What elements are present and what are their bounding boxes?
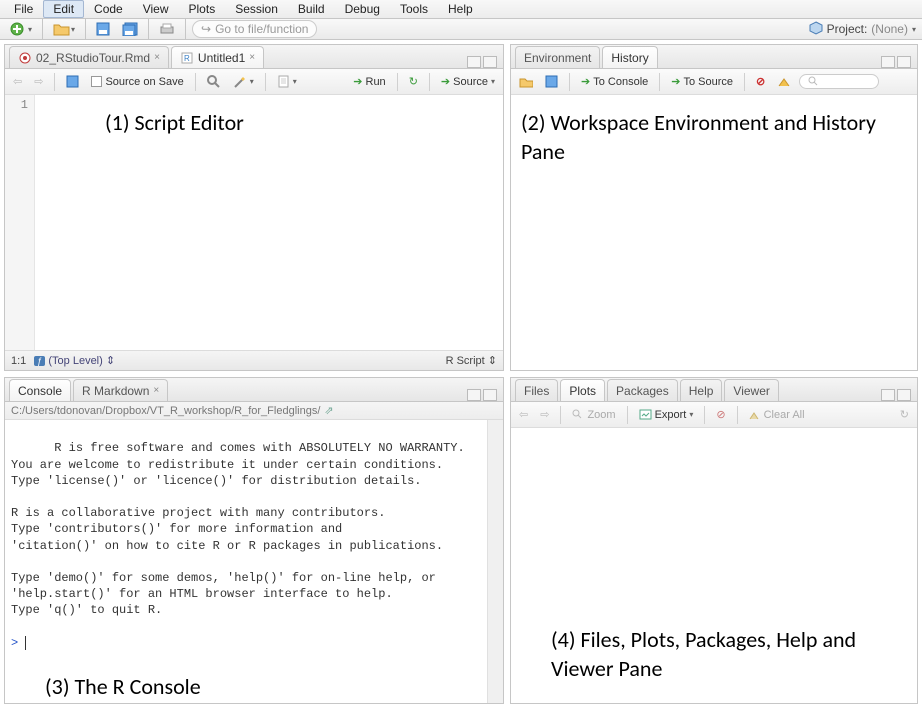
pane-window-buttons[interactable]: [467, 56, 499, 68]
r-file-icon: R: [180, 51, 194, 65]
plots-tabbar: Files Plots Packages Help Viewer: [511, 378, 917, 402]
clear-button[interactable]: [773, 74, 795, 90]
close-tab-icon[interactable]: ×: [154, 52, 160, 63]
tab-history[interactable]: History: [602, 46, 657, 68]
pane-window-buttons[interactable]: [467, 389, 499, 401]
tab-packages[interactable]: Packages: [607, 379, 678, 401]
run-arrow-icon: ➔: [353, 75, 362, 88]
console-output[interactable]: R is free software and comes with ABSOLU…: [5, 420, 503, 703]
menu-edit[interactable]: Edit: [43, 0, 84, 18]
close-tab-icon[interactable]: ×: [153, 385, 159, 396]
tab-rmd-file[interactable]: 02_RStudioTour.Rmd×: [9, 46, 169, 68]
prev-plot-button[interactable]: ⇦: [515, 406, 532, 423]
remove-plot-button[interactable]: ⊘: [712, 406, 729, 423]
notebook-button[interactable]: ▾: [273, 73, 301, 90]
tab-plots[interactable]: Plots: [560, 379, 605, 401]
history-body[interactable]: (2) Workspace Environment and History Pa…: [511, 95, 917, 370]
rerun-button[interactable]: ↻: [405, 73, 422, 90]
goto-arrow-icon: ↪: [201, 22, 211, 36]
console-text: R is free software and comes with ABSOLU…: [11, 441, 465, 617]
main-toolbar: ▾ ▾ ↪Go to file/function Project: (None)…: [0, 19, 922, 40]
project-selector[interactable]: Project: (None) ▾: [809, 21, 916, 38]
print-button[interactable]: [155, 20, 179, 38]
pane-window-buttons[interactable]: [881, 56, 913, 68]
annotation-label-2: (2) Workspace Environment and History Pa…: [521, 109, 907, 166]
env-tabbar: Environment History: [511, 45, 917, 69]
menu-view[interactable]: View: [133, 0, 179, 18]
editor-area[interactable]: 1 (1) Script Editor: [5, 95, 503, 350]
menu-help[interactable]: Help: [438, 0, 483, 18]
source-arrow-icon: ➔: [441, 75, 450, 88]
environment-pane: Environment History ➔To Console ➔To Sour…: [510, 44, 918, 371]
remove-button[interactable]: ⊘: [752, 73, 769, 90]
plot-body: (4) Files, Plots, Packages, Help and Vie…: [511, 428, 917, 703]
menu-bar: File Edit Code View Plots Session Build …: [0, 0, 922, 19]
menu-plots[interactable]: Plots: [179, 0, 226, 18]
tab-help[interactable]: Help: [680, 379, 723, 401]
find-button[interactable]: [203, 73, 225, 91]
to-source-button[interactable]: ➔To Source: [667, 73, 737, 90]
menu-file[interactable]: File: [4, 0, 43, 18]
load-history-button[interactable]: [515, 74, 537, 90]
zoom-button[interactable]: Zoom: [568, 407, 619, 423]
to-console-button[interactable]: ➔To Console: [577, 73, 652, 90]
editor-statusbar: 1:1 ƒ (Top Level) ⇕ R Script ⇕: [5, 350, 503, 370]
close-tab-icon[interactable]: ×: [249, 52, 255, 63]
menu-tools[interactable]: Tools: [390, 0, 438, 18]
plots-toolbar: ⇦ ⇨ Zoom Export▾ ⊘ Clear All ↻: [511, 402, 917, 428]
open-file-button[interactable]: ▾: [49, 20, 79, 38]
annotation-label-4: (4) Files, Plots, Packages, Help and Vie…: [551, 626, 907, 683]
tab-untitled[interactable]: R Untitled1×: [171, 46, 264, 68]
menu-session[interactable]: Session: [225, 0, 288, 18]
refresh-button[interactable]: ↻: [896, 406, 913, 423]
file-type-selector[interactable]: R Script ⇕: [446, 354, 497, 367]
console-prompt: >: [11, 636, 18, 650]
save-history-button[interactable]: [541, 73, 562, 90]
annotation-label-1: (1) Script Editor: [105, 109, 244, 136]
clear-all-button[interactable]: Clear All: [745, 407, 809, 423]
editor-toolbar: ⇦ ⇨ Source on Save ▾ ▾ ➔Run ↻ ➔Source ▾: [5, 69, 503, 95]
tab-viewer[interactable]: Viewer: [724, 379, 778, 401]
menu-code[interactable]: Code: [84, 0, 133, 18]
project-icon: [809, 21, 823, 38]
history-search-input[interactable]: [799, 74, 879, 89]
goto-file-input[interactable]: ↪Go to file/function: [192, 20, 317, 38]
line-gutter: 1: [5, 95, 35, 350]
history-toolbar: ➔To Console ➔To Source ⊘: [511, 69, 917, 95]
console-tabbar: Console R Markdown×: [5, 378, 503, 402]
save-all-button[interactable]: [118, 20, 142, 38]
console-path[interactable]: C:/Users/tdonovan/Dropbox/VT_R_workshop/…: [5, 402, 503, 420]
tab-files[interactable]: Files: [515, 379, 558, 401]
back-button[interactable]: ⇦: [9, 73, 26, 90]
console-pane: Console R Markdown× C:/Users/tdonovan/Dr…: [4, 377, 504, 704]
source-on-save-checkbox[interactable]: Source on Save: [87, 74, 187, 90]
console-scrollbar[interactable]: [487, 420, 503, 703]
run-button[interactable]: ➔Run: [349, 73, 389, 90]
source-button[interactable]: ➔Source ▾: [437, 73, 499, 90]
forward-button[interactable]: ⇨: [30, 73, 47, 90]
editor-tabbar: 02_RStudioTour.Rmd× R Untitled1×: [5, 45, 503, 69]
cursor-position: 1:1: [11, 355, 26, 367]
export-button[interactable]: Export▾: [635, 407, 698, 423]
new-file-button[interactable]: ▾: [6, 19, 36, 39]
tab-rmarkdown[interactable]: R Markdown×: [73, 379, 168, 401]
script-editor-pane: 02_RStudioTour.Rmd× R Untitled1× ⇦ ⇨ Sou…: [4, 44, 504, 371]
wand-button[interactable]: ▾: [229, 73, 258, 91]
browse-icon[interactable]: ⇗: [324, 404, 333, 417]
pane-window-buttons[interactable]: [881, 389, 913, 401]
pane-grid: 02_RStudioTour.Rmd× R Untitled1× ⇦ ⇨ Sou…: [0, 40, 922, 708]
svg-text:R: R: [184, 54, 190, 63]
menu-build[interactable]: Build: [288, 0, 335, 18]
scope-selector[interactable]: ƒ (Top Level) ⇕: [34, 354, 115, 367]
annotation-label-3: (3) The R Console: [45, 672, 201, 702]
menu-debug[interactable]: Debug: [335, 0, 390, 18]
save-doc-button[interactable]: [62, 73, 83, 90]
save-button[interactable]: [92, 20, 114, 38]
rmd-icon: [18, 51, 32, 65]
files-plots-pane: Files Plots Packages Help Viewer ⇦ ⇨ Zoo…: [510, 377, 918, 704]
tab-environment[interactable]: Environment: [515, 46, 600, 68]
next-plot-button[interactable]: ⇨: [536, 406, 553, 423]
tab-console[interactable]: Console: [9, 379, 71, 401]
